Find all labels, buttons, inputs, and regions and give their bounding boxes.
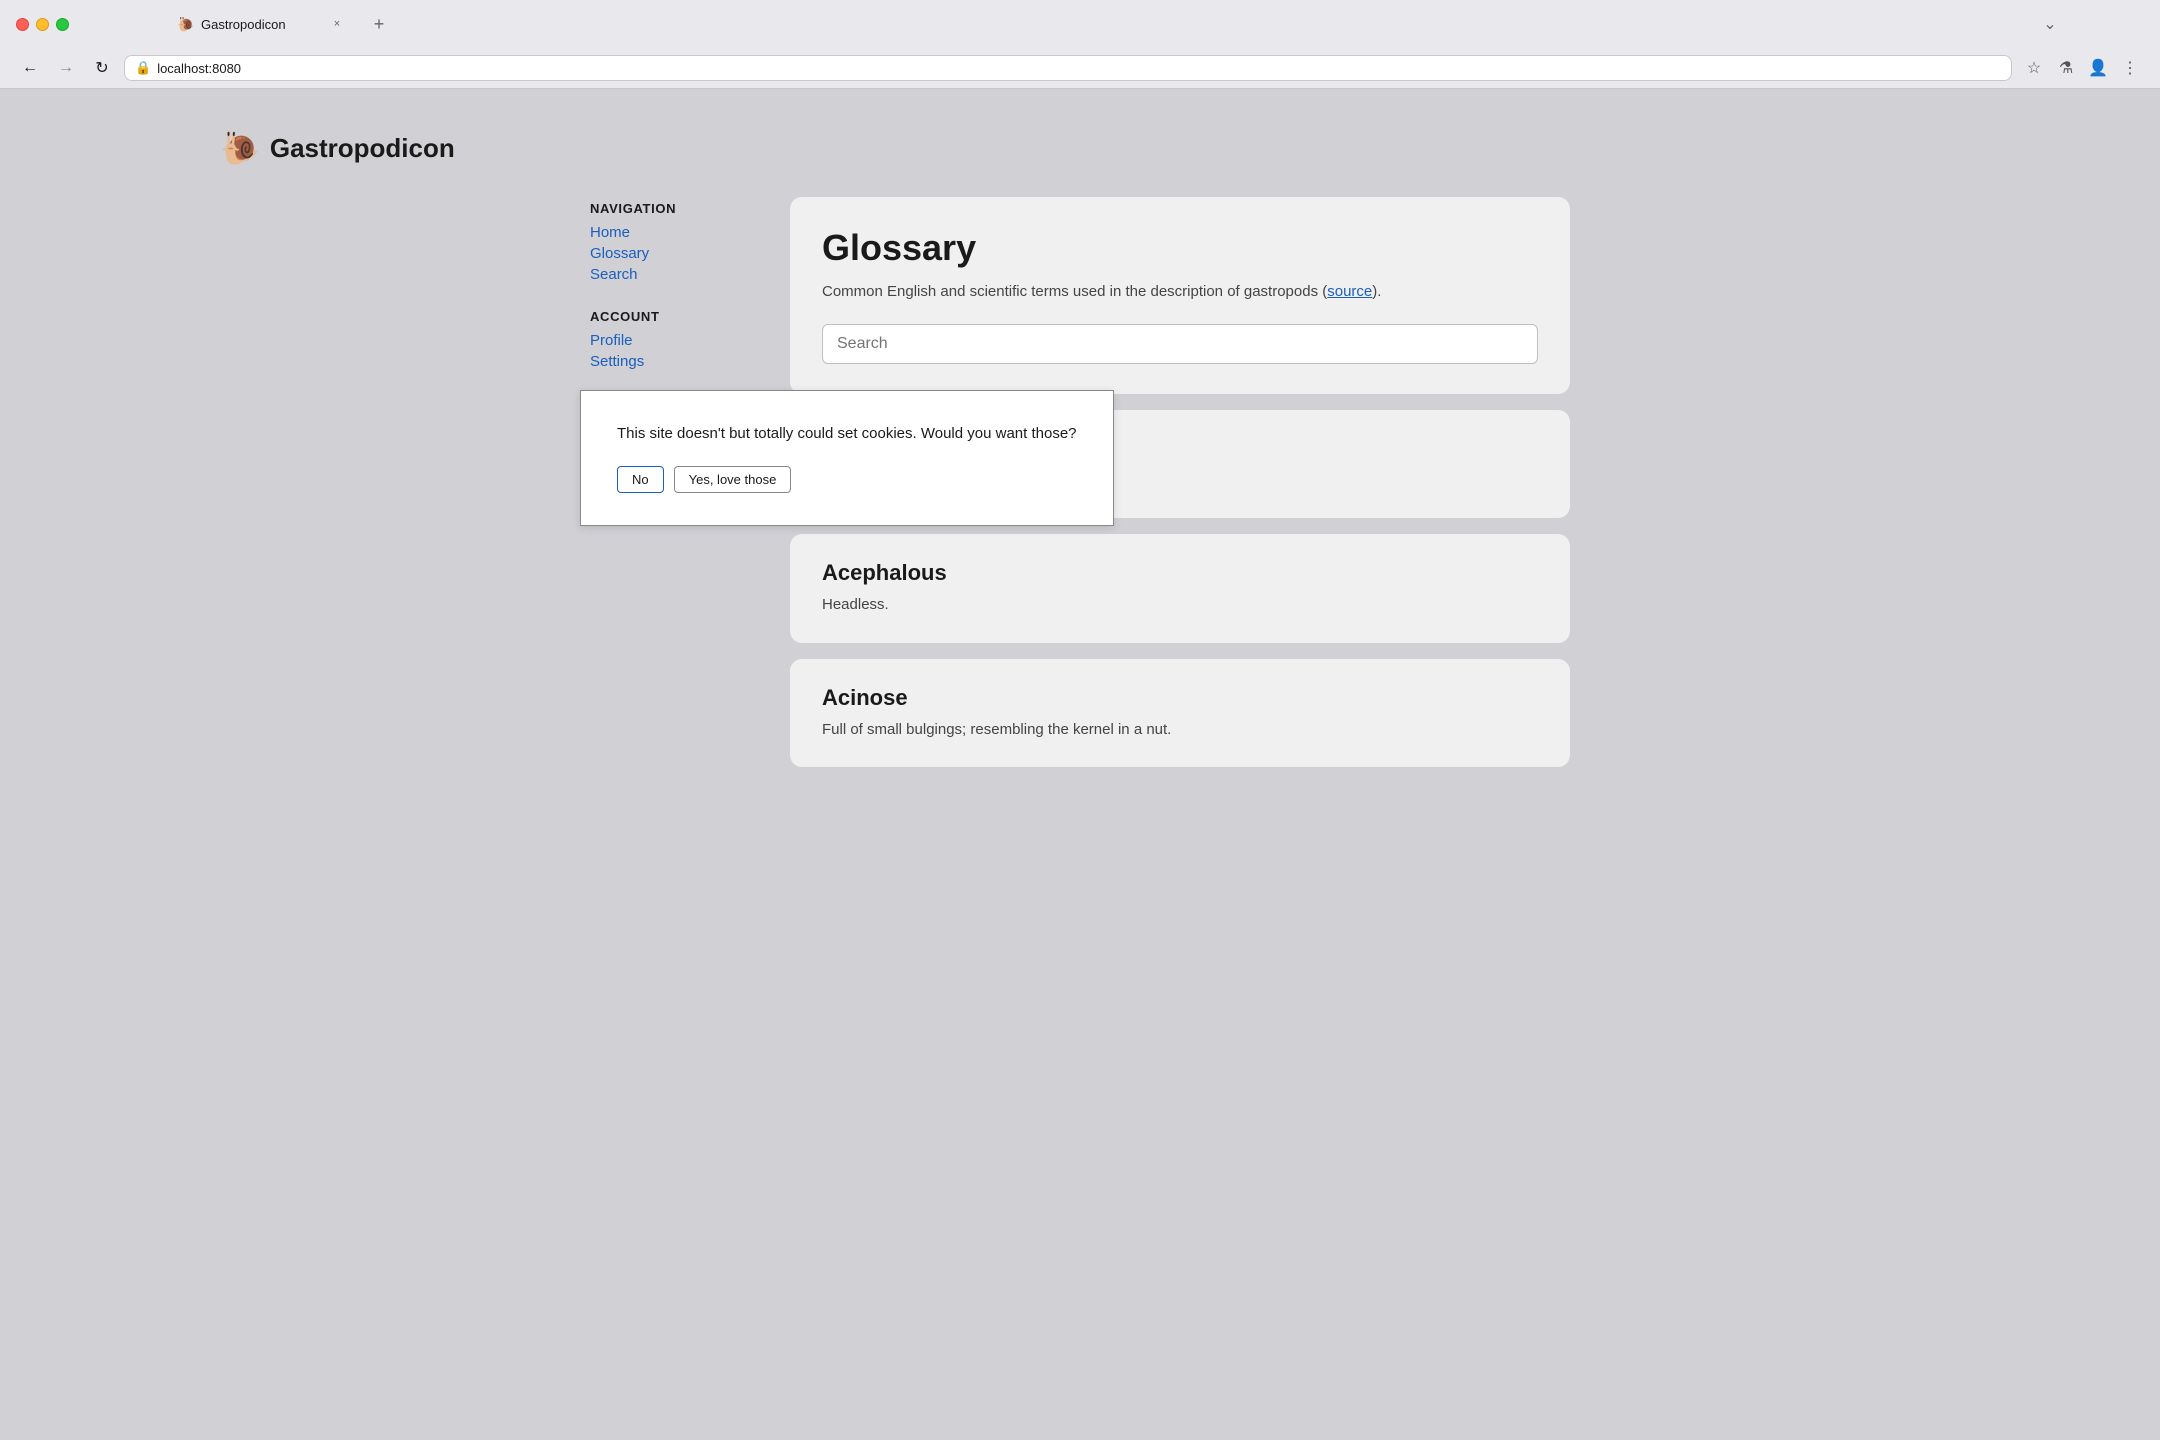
cookie-buttons: No Yes, love those (617, 466, 1077, 493)
navigation-section: NAVIGATION Home Glossary Search (590, 201, 750, 285)
security-icon: 🔒 (135, 60, 151, 76)
term-title-acinose: Acinose (822, 685, 1538, 711)
bookmark-button[interactable]: ☆ (2020, 54, 2048, 82)
browser-tabs: 🐌 Gastropodicon × + ⌄ (81, 8, 2144, 40)
site-logo-icon: 🐌 (220, 129, 260, 167)
traffic-lights (16, 18, 69, 31)
glossary-header-card: Glossary Common English and scientific t… (790, 197, 1570, 394)
cookie-dialog: This site doesn't but totally could set … (580, 390, 1114, 526)
sidebar-item-search[interactable]: Search (590, 264, 750, 285)
browser-toolbar: ← → ↻ 🔒 ☆ ⚗ 👤 ⋮ (0, 48, 2160, 88)
tab-close-button[interactable]: × (329, 16, 345, 32)
active-tab[interactable]: 🐌 Gastropodicon × (161, 8, 361, 40)
cookie-message: This site doesn't but totally could set … (617, 423, 1077, 446)
term-definition-acinose: Full of small bulgings; resembling the k… (822, 719, 1538, 742)
new-tab-button[interactable]: + (365, 10, 393, 38)
term-card-acinose: Acinose Full of small bulgings; resembli… (790, 659, 1570, 768)
term-definition-acephalous: Headless. (822, 594, 1538, 617)
tab-title: Gastropodicon (201, 17, 321, 32)
sidebar-item-glossary[interactable]: Glossary (590, 243, 750, 264)
browser-titlebar: 🐌 Gastropodicon × + ⌄ (0, 0, 2160, 48)
sidebar-item-settings[interactable]: Settings (590, 351, 750, 372)
account-section: ACCOUNT Profile Settings (590, 309, 750, 372)
search-input[interactable] (822, 324, 1538, 364)
reload-button[interactable]: ↻ (88, 54, 116, 82)
cookie-no-button[interactable]: No (617, 466, 664, 493)
toolbar-actions: ☆ ⚗ 👤 ⋮ (2020, 54, 2144, 82)
forward-button[interactable]: → (52, 54, 80, 82)
cookie-yes-button[interactable]: Yes, love those (674, 466, 792, 493)
term-card-acephalous: Acephalous Headless. (790, 534, 1570, 643)
maximize-window-button[interactable] (56, 18, 69, 31)
close-window-button[interactable] (16, 18, 29, 31)
browser-chrome: 🐌 Gastropodicon × + ⌄ ← → ↻ 🔒 ☆ ⚗ 👤 ⋮ (0, 0, 2160, 89)
labs-button[interactable]: ⚗ (2052, 54, 2080, 82)
address-bar[interactable]: 🔒 (124, 55, 2012, 81)
site-header: 🐌 Gastropodicon (220, 129, 455, 167)
description-text-after: ). (1372, 283, 1381, 300)
page-wrapper: 🐌 Gastropodicon NAVIGATION Home Glossary… (0, 89, 2160, 1417)
account-section-title: ACCOUNT (590, 309, 750, 324)
description-text-before: Common English and scientific terms used… (822, 283, 1327, 300)
glossary-description: Common English and scientific terms used… (822, 281, 1538, 304)
profile-button[interactable]: 👤 (2084, 54, 2112, 82)
glossary-title: Glossary (822, 227, 1538, 269)
menu-button[interactable]: ⋮ (2116, 54, 2144, 82)
back-button[interactable]: ← (16, 54, 44, 82)
tab-dropdown-button[interactable]: ⌄ (2036, 10, 2064, 38)
navigation-section-title: NAVIGATION (590, 201, 750, 216)
minimize-window-button[interactable] (36, 18, 49, 31)
term-title-acephalous: Acephalous (822, 560, 1538, 586)
source-link[interactable]: source (1327, 283, 1372, 300)
sidebar-item-home[interactable]: Home (590, 222, 750, 243)
sidebar-item-profile[interactable]: Profile (590, 330, 750, 351)
site-title: Gastropodicon (270, 133, 455, 164)
url-input[interactable] (157, 61, 2001, 76)
tab-favicon-icon: 🐌 (177, 16, 193, 32)
